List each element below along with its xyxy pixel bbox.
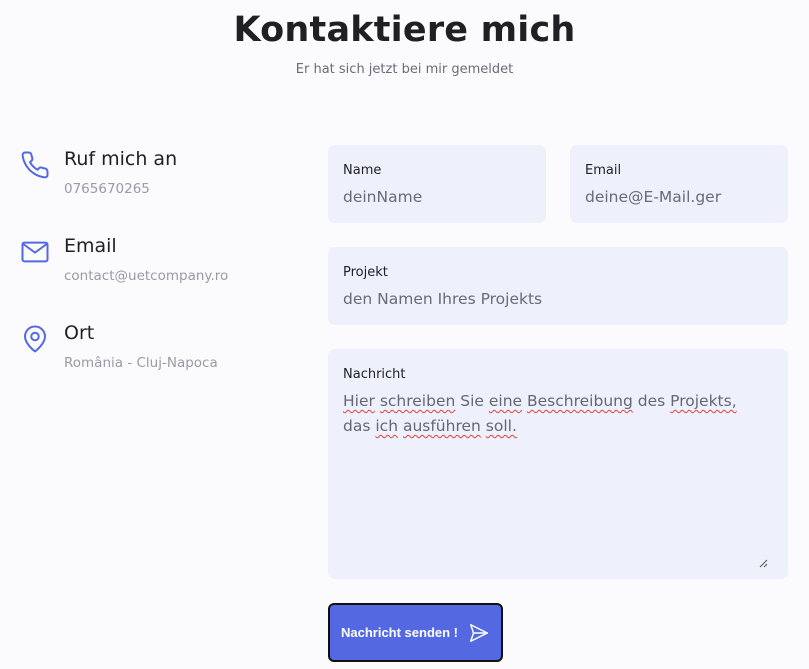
- email-label: Email: [585, 163, 622, 178]
- contact-page: Kontaktiere mich Er hat sich jetzt bei m…: [0, 0, 809, 669]
- project-input[interactable]: [343, 288, 776, 310]
- phone-number: 0765670265: [64, 181, 150, 197]
- contact-info-location: Ort România - Cluj-Napoca: [20, 322, 310, 382]
- contact-info-heading: Ruf mich an: [64, 148, 178, 170]
- location-text: România - Cluj-Napoca: [64, 355, 218, 371]
- name-label: Name: [343, 163, 382, 178]
- resize-grip-icon[interactable]: [758, 558, 768, 568]
- message-textarea[interactable]: Hier schreiben Sie eine Beschreibung des…: [343, 389, 758, 439]
- location-pin-icon: [20, 324, 52, 356]
- contact-info-heading: Ort: [64, 322, 95, 344]
- send-icon: [470, 623, 488, 642]
- message-label: Nachricht: [343, 367, 406, 382]
- phone-icon: [20, 150, 52, 182]
- contact-info-email: Email contact@uetcompany.ro: [20, 235, 310, 295]
- page-title: Kontaktiere mich: [233, 10, 576, 50]
- name-input[interactable]: [343, 186, 534, 208]
- email-field: Email: [570, 145, 788, 223]
- project-label: Projekt: [343, 265, 388, 280]
- contact-info-phone: Ruf mich an 0765670265: [20, 148, 310, 208]
- name-field: Name: [328, 145, 546, 223]
- message-field[interactable]: Nachricht Hier schreiben Sie eine Beschr…: [328, 349, 788, 579]
- send-message-button[interactable]: Nachricht senden !: [328, 603, 503, 662]
- project-field: Projekt: [328, 247, 788, 325]
- page-subtitle: Er hat sich jetzt bei mir gemeldet: [295, 62, 514, 77]
- email-input[interactable]: [585, 186, 776, 208]
- mail-icon: [20, 237, 52, 269]
- contact-info-heading: Email: [64, 235, 117, 257]
- send-button-label: Nachricht senden !: [340, 625, 459, 640]
- email-address: contact@uetcompany.ro: [64, 268, 229, 284]
